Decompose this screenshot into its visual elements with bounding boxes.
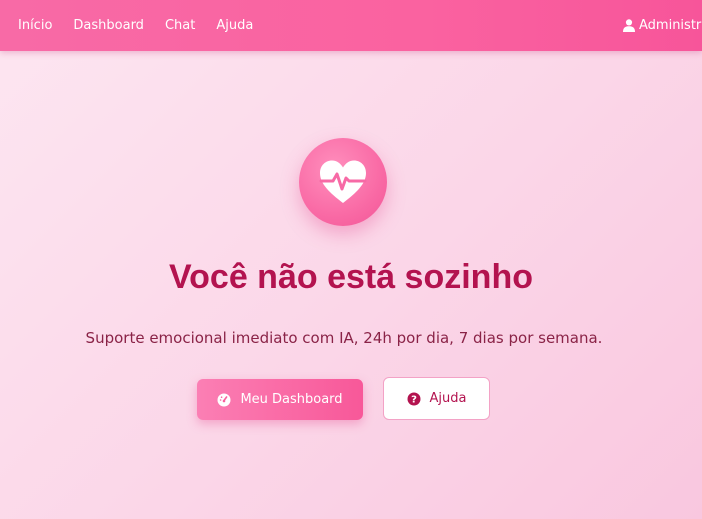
nav-link-chat[interactable]: Chat bbox=[165, 18, 195, 33]
nav-link-dashboard[interactable]: Dashboard bbox=[73, 18, 144, 33]
nav-links: Início Dashboard Chat Ajuda bbox=[18, 0, 274, 51]
user-name: Administra bbox=[639, 18, 702, 33]
heart-pulse-icon bbox=[299, 138, 387, 226]
hero-title: Você não está sozinho bbox=[168, 258, 533, 296]
my-dashboard-label: Meu Dashboard bbox=[240, 392, 343, 407]
hero-subtitle: Suporte emocional imediato com IA, 24h p… bbox=[85, 329, 603, 347]
svg-text:?: ? bbox=[411, 394, 417, 405]
top-navbar: Início Dashboard Chat Ajuda Administra bbox=[0, 0, 702, 51]
nav-link-ajuda[interactable]: Ajuda bbox=[216, 18, 253, 33]
help-button[interactable]: ? Ajuda bbox=[383, 377, 490, 420]
user-menu[interactable]: Administra bbox=[623, 0, 702, 51]
gauge-icon bbox=[217, 393, 231, 406]
nav-link-inicio[interactable]: Início bbox=[18, 18, 52, 33]
question-circle-icon: ? bbox=[407, 392, 421, 405]
user-icon bbox=[623, 19, 635, 32]
my-dashboard-button[interactable]: Meu Dashboard bbox=[197, 379, 363, 420]
help-label: Ajuda bbox=[429, 391, 467, 406]
